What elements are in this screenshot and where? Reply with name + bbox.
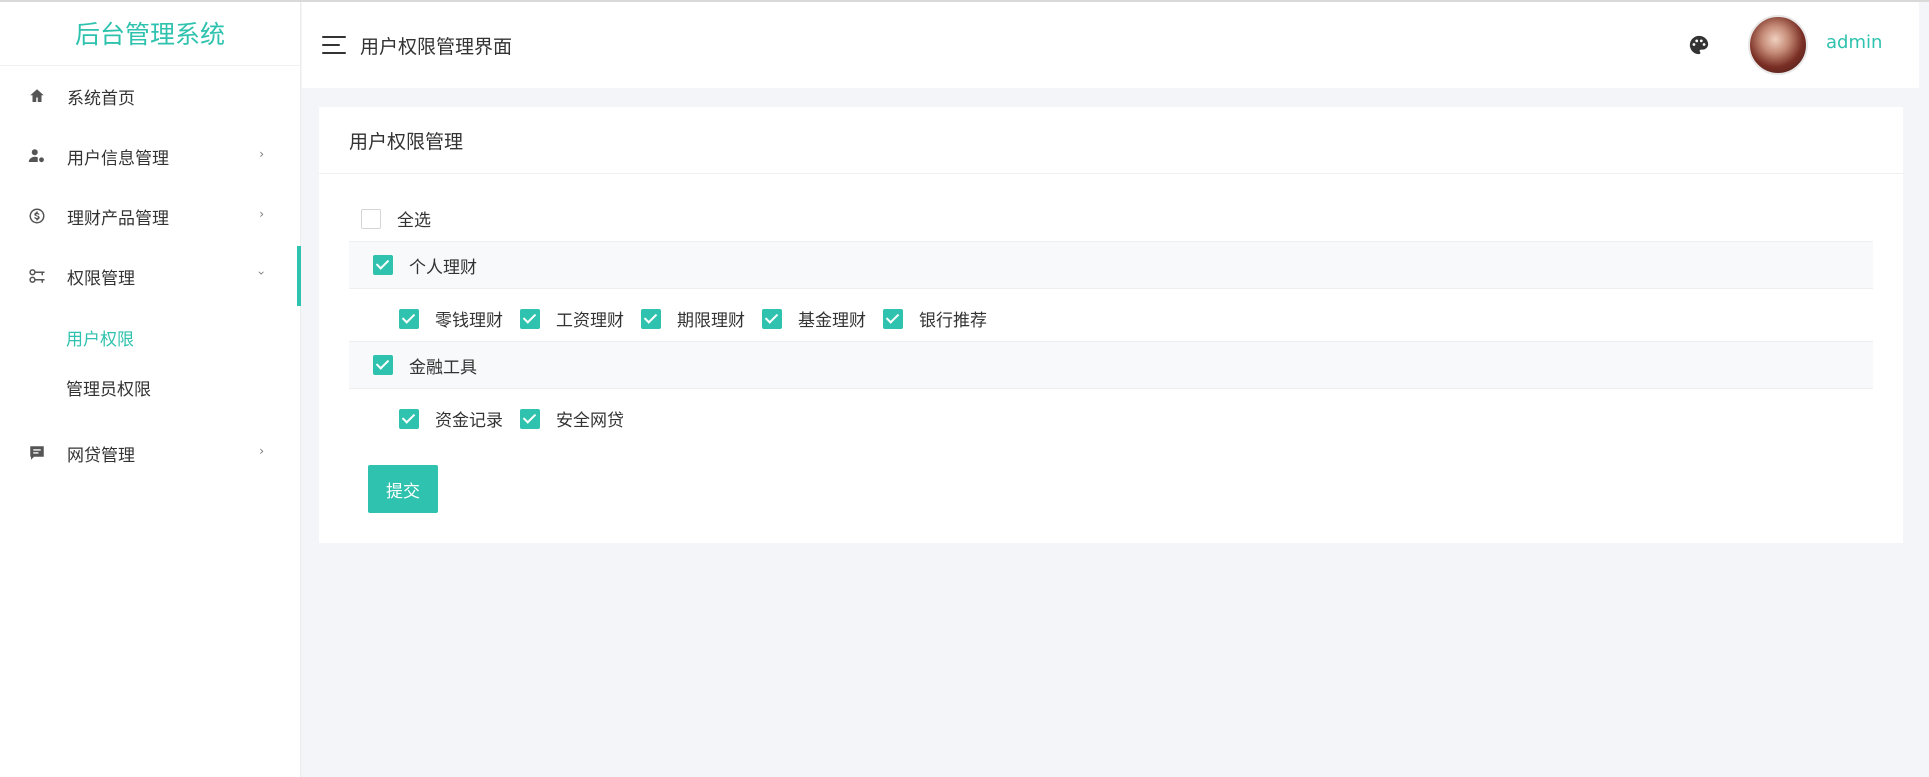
permissions-submenu: 用户权限 管理员权限 [0, 306, 300, 423]
sidebar-item-permissions[interactable]: 权限管理 › [0, 246, 301, 306]
sidebar-item-loans[interactable]: 网贷管理 › [0, 423, 300, 483]
sidebar-item-label: 用户信息管理 [67, 148, 169, 169]
group-label: 个人理财 [409, 257, 477, 278]
sidebar-subitem-user-permissions[interactable]: 用户权限 [0, 315, 300, 365]
avatar[interactable] [1748, 15, 1808, 75]
palette-icon[interactable] [1688, 34, 1710, 56]
sidebar-item-label: 网贷管理 [67, 445, 135, 466]
sidebar-subitem-admin-permissions[interactable]: 管理员权限 [0, 365, 300, 415]
child-label: 基金理财 [798, 311, 866, 331]
menu-icon[interactable] [322, 36, 346, 54]
user-gear-icon [27, 146, 47, 166]
child-checkbox[interactable] [399, 408, 419, 429]
chevron-down-icon: › [254, 270, 269, 276]
message-icon [27, 443, 47, 463]
child-label: 资金记录 [435, 411, 503, 431]
child-checkbox-item[interactable]: 基金理财 [762, 306, 866, 331]
child-label: 工资理财 [556, 311, 624, 331]
child-checkbox-item[interactable]: 工资理财 [520, 306, 624, 331]
brand-title: 后台管理系统 [0, 2, 300, 66]
child-checkbox-item[interactable]: 资金记录 [399, 406, 503, 431]
child-checkbox[interactable] [762, 308, 782, 329]
top-header: 用户权限管理界面 admin [302, 2, 1919, 88]
sidebar-item-home[interactable]: 系统首页 [0, 66, 300, 126]
child-checkbox-item[interactable]: 零钱理财 [399, 306, 503, 331]
group-checkbox[interactable] [373, 255, 393, 275]
card-title: 用户权限管理 [319, 107, 1903, 174]
child-checkbox-item[interactable]: 银行推荐 [883, 306, 987, 331]
permissions-card: 用户权限管理 全选 个人理财 零钱理财 工资理财 期限理财 基金理财 银行推荐 [319, 107, 1903, 543]
sidebar-item-label: 理财产品管理 [67, 208, 169, 229]
key-icon [27, 266, 47, 286]
user-name[interactable]: admin [1826, 32, 1882, 53]
sidebar: 后台管理系统 系统首页 用户信息管理 › 理财产品管理 › 权限管理 › 用户权… [0, 2, 301, 777]
group-row-personal-finance[interactable]: 个人理财 [349, 241, 1873, 289]
child-checkbox[interactable] [641, 308, 661, 329]
select-all-row[interactable]: 全选 [361, 206, 431, 231]
sidebar-item-products[interactable]: 理财产品管理 › [0, 186, 300, 246]
child-checkbox[interactable] [883, 308, 903, 329]
select-all-checkbox[interactable] [361, 208, 381, 229]
child-checkbox-item[interactable]: 期限理财 [641, 306, 745, 331]
chevron-right-icon: › [259, 147, 264, 161]
child-checkbox[interactable] [399, 308, 419, 329]
chevron-right-icon: › [259, 444, 264, 458]
child-checkbox[interactable] [520, 308, 540, 329]
child-checkbox-item[interactable]: 安全网贷 [520, 406, 624, 431]
sidebar-item-label: 系统首页 [67, 88, 135, 109]
child-checkbox[interactable] [520, 408, 540, 429]
group-label: 金融工具 [409, 357, 477, 378]
submit-button[interactable]: 提交 [368, 465, 438, 513]
group-children-financial-tools: 资金记录 安全网贷 [399, 406, 641, 431]
group-checkbox[interactable] [373, 355, 393, 375]
child-label: 银行推荐 [919, 311, 987, 331]
child-label: 期限理财 [677, 311, 745, 331]
page-title: 用户权限管理界面 [360, 35, 513, 58]
dollar-circle-icon [27, 206, 47, 226]
sidebar-item-user-info[interactable]: 用户信息管理 › [0, 126, 300, 186]
sidebar-item-label: 权限管理 [67, 268, 135, 289]
select-all-label: 全选 [397, 211, 431, 231]
home-icon [27, 86, 47, 106]
chevron-right-icon: › [259, 207, 264, 221]
child-label: 安全网贷 [556, 411, 624, 431]
child-label: 零钱理财 [435, 311, 503, 331]
group-children-personal-finance: 零钱理财 工资理财 期限理财 基金理财 银行推荐 [399, 306, 1004, 331]
group-row-financial-tools[interactable]: 金融工具 [349, 341, 1873, 389]
